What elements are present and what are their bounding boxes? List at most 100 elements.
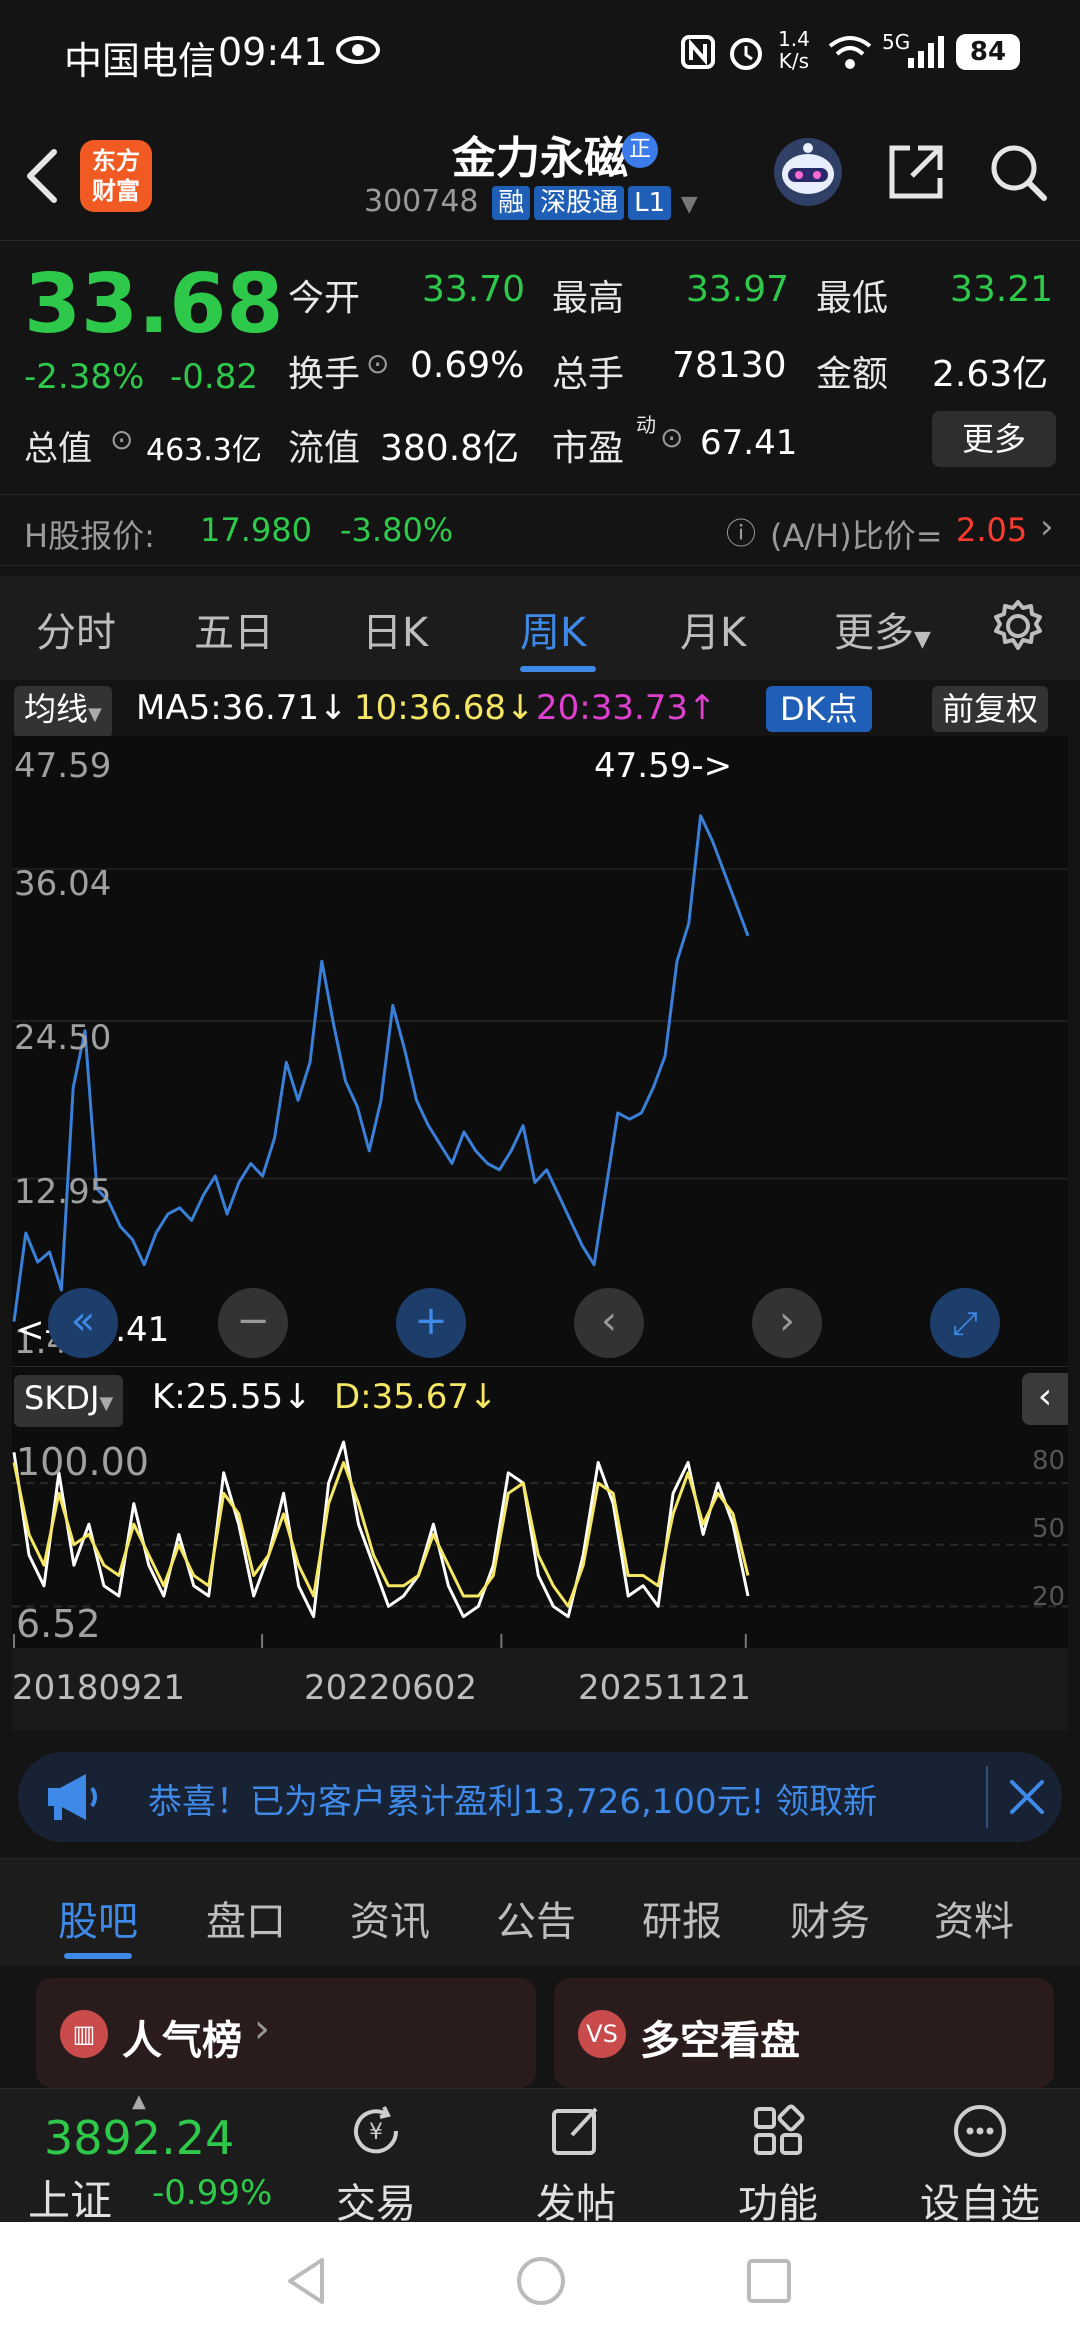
ind-level-80: 80 <box>1032 1446 1066 1476</box>
zoom-out-button[interactable]: − <box>218 1288 288 1358</box>
quote-panel: 33.68 -2.38% -0.82 今开 33.70 最高 33.97 最低 … <box>0 240 1080 480</box>
tab-daily-k[interactable]: 日K <box>362 600 428 658</box>
system-nav-bar <box>0 2222 1080 2340</box>
ma-legend-row: 均线▼ MA5:36.71↓ 10:36.68↓ 20:33.73↑ DK点 前… <box>0 680 1080 738</box>
share-icon[interactable] <box>884 140 948 208</box>
high-value: 33.97 <box>686 269 790 310</box>
popularity-label: 人气榜 <box>122 2018 242 2064</box>
search-icon[interactable] <box>986 140 1050 208</box>
clock: 09:41 <box>218 30 328 74</box>
nav-add-watchlist-label: 设自选 <box>920 2181 1040 2227</box>
pe-value: 67.41 <box>700 423 798 463</box>
nav-functions-label: 功能 <box>738 2181 818 2227</box>
net-speed: 1.4 <box>778 27 810 51</box>
adjust-button[interactable]: 前复权 <box>932 686 1049 732</box>
stock-code-line[interactable]: 300748 融深股通 L1 ▼ <box>364 184 698 220</box>
jump-start-button[interactable]: « <box>48 1288 118 1358</box>
x-label-0: 20180921 <box>12 1668 186 1708</box>
index-ticker[interactable]: ▲ 3892.24 上证 -0.99% <box>0 2089 300 2225</box>
index-name: 上证 <box>28 2176 113 2225</box>
bottom-nav: ▲ 3892.24 上证 -0.99% ¥ 交易 发帖 功能 设自选 <box>0 2088 1080 2227</box>
svg-text:¥: ¥ <box>369 2120 383 2145</box>
chevron-left-icon: ‹ <box>601 1298 617 1344</box>
promo-banner[interactable]: 恭喜！已为客户累计盈利13,726,100元! 领取新 <box>18 1752 1062 1842</box>
alarm-icon <box>726 34 766 76</box>
dk-point-button[interactable]: DK点 <box>766 686 872 732</box>
info-icon[interactable]: ⊙ <box>110 423 133 456</box>
index-value: 3892.24 <box>44 2111 235 2165</box>
tab-weekly-k[interactable]: 周K <box>520 600 586 658</box>
tab-five-day[interactable]: 五日 <box>194 600 274 658</box>
edit-icon <box>552 2107 598 2155</box>
tab-intraday[interactable]: 分时 <box>36 600 116 658</box>
signal-icon <box>906 34 946 74</box>
collapse-indicator-button[interactable]: ‹ <box>1022 1373 1068 1425</box>
k-value: K:25.55↓ <box>152 1377 312 1417</box>
system-back-icon[interactable] <box>282 2254 332 2312</box>
more-dots-icon <box>954 2105 1006 2157</box>
system-recents-icon[interactable] <box>744 2256 794 2310</box>
active-subtab-indicator <box>64 1953 132 1959</box>
pan-left-button[interactable]: ‹ <box>574 1288 644 1358</box>
nav-add-watchlist[interactable]: 设自选 <box>900 2101 1060 2229</box>
system-home-icon[interactable] <box>514 2254 568 2312</box>
tab-announcements[interactable]: 公告 <box>496 1889 576 1947</box>
chart-panel: 47.59 36.04 24.50 12.95 1.41 47.59-> <--… <box>12 736 1068 1730</box>
ma-toggle[interactable]: 均线▼ <box>14 686 112 738</box>
nav-post[interactable]: 发帖 <box>496 2101 656 2229</box>
index-change: -0.99% <box>152 2173 273 2213</box>
y-label-4: 12.95 <box>14 1172 112 1212</box>
fullscreen-button[interactable]: ⤢ <box>930 1288 1000 1358</box>
skdj-chart[interactable] <box>12 1428 1068 1648</box>
content-tabs: 股吧 盘口 资讯 公告 研报 财务 资料 <box>0 1858 1080 1966</box>
low-label: 最低 <box>816 278 889 319</box>
indicator-header: SKDJ▼ K:25.55↓ D:35.67↓ ‹ <box>12 1366 1068 1428</box>
more-quote-button[interactable]: 更多 <box>932 411 1056 467</box>
stock-code: 300748 <box>364 184 479 219</box>
minus-icon: − <box>236 1298 270 1344</box>
nav-functions[interactable]: 功能 <box>698 2101 858 2229</box>
tab-orderbook[interactable]: 盘口 <box>206 1889 286 1947</box>
ah-ratio-value: 2.05 <box>956 511 1028 549</box>
tab-news[interactable]: 资讯 <box>350 1889 430 1947</box>
gear-icon[interactable] <box>990 598 1046 658</box>
ind-y-max: 100.00 <box>16 1440 149 1484</box>
price-chart[interactable] <box>12 736 1068 1376</box>
x-axis: 20180921 20220602 20251121 <box>12 1648 1068 1730</box>
tab-research[interactable]: 研报 <box>642 1889 722 1947</box>
nav-trade[interactable]: ¥ 交易 <box>296 2101 456 2229</box>
caret-down-icon: ▼ <box>88 704 102 725</box>
tab-financials[interactable]: 财务 <box>790 1889 870 1947</box>
popularity-card[interactable]: ▥ 人气榜 › <box>36 1978 536 2088</box>
ind-level-20: 20 <box>1032 1582 1066 1612</box>
bull-bear-card[interactable]: VS 多空看盘 <box>554 1978 1054 2088</box>
tab-more[interactable]: 更多▼ <box>834 600 931 658</box>
tab-monthly-k[interactable]: 月K <box>680 600 746 658</box>
caret-down-icon: ▼ <box>914 627 931 652</box>
robot-assistant-icon[interactable] <box>770 134 846 214</box>
help-icon[interactable]: ⓘ <box>726 509 756 553</box>
low-value: 33.21 <box>950 269 1054 310</box>
period-tabs: 分时 五日 日K 周K 月K 更多▼ <box>0 576 1080 680</box>
bull-bear-label: 多空看盘 <box>640 2018 800 2064</box>
tab-profile[interactable]: 资料 <box>934 1889 1014 1947</box>
caret-up-icon: ▲ <box>132 2091 146 2112</box>
ah-ratio-label: (A/H)比价= <box>770 517 943 555</box>
amount-value: 2.63亿 <box>932 354 1049 395</box>
tag-margin: 融 <box>492 186 531 220</box>
expand-icon: ⤢ <box>952 1304 978 1342</box>
tab-forum[interactable]: 股吧 <box>58 1889 138 1947</box>
megaphone-icon <box>40 1770 110 1828</box>
total-mv-value: 463.3亿 <box>146 433 262 468</box>
float-mv-label: 流值 <box>288 428 361 469</box>
close-icon[interactable] <box>1002 1770 1052 1828</box>
indicator-toggle[interactable]: SKDJ▼ <box>14 1375 124 1427</box>
pan-right-button[interactable]: › <box>752 1288 822 1358</box>
ma20-value: 20:33.73↑ <box>536 688 717 728</box>
info-icon[interactable]: ⊙ <box>366 347 389 380</box>
turnover-value: 0.69% <box>410 345 525 386</box>
nav-post-label: 发帖 <box>536 2181 616 2227</box>
zoom-in-button[interactable]: + <box>396 1288 466 1358</box>
info-icon[interactable]: ⊙ <box>660 421 683 454</box>
h-share-row[interactable]: H股报价: 17.980 -3.80% ⓘ (A/H)比价= 2.05 › <box>0 494 1080 566</box>
